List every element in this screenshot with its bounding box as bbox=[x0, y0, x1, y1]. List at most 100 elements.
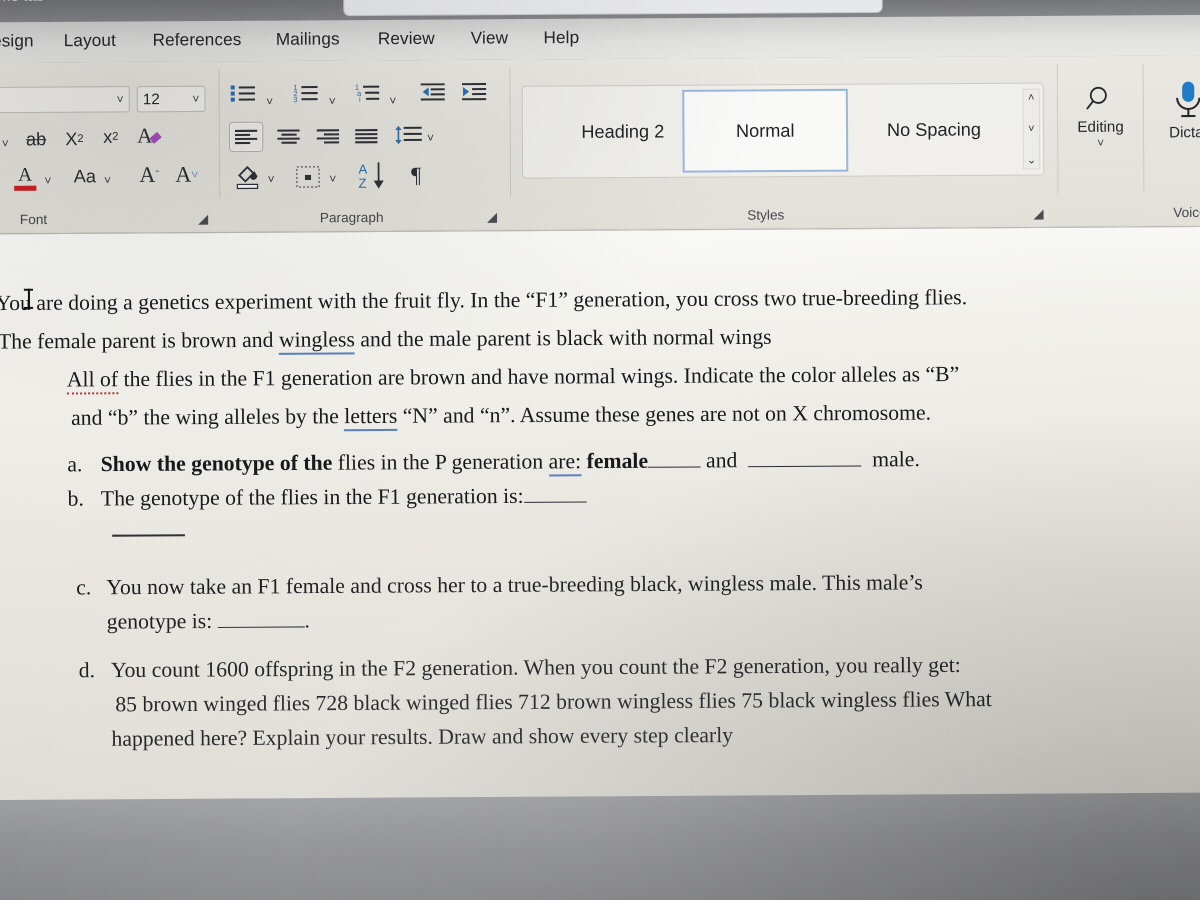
shading-icon[interactable] bbox=[233, 162, 263, 192]
word-application-window: me tab Erola Cur esign Layout References… bbox=[0, 0, 1200, 900]
chevron-down-icon[interactable]: ˅ bbox=[329, 172, 336, 186]
sort-az-icon[interactable]: A Z bbox=[356, 159, 391, 192]
style-no-spacing[interactable]: No Spacing bbox=[850, 90, 1018, 170]
editing-button[interactable]: Editing ˅ bbox=[1067, 84, 1134, 150]
doc-line-item-d-3: happened here? Explain your results. Dra… bbox=[111, 722, 734, 751]
document-page[interactable]: You are doing a genetics experiment with… bbox=[0, 226, 1200, 803]
doc-line-item-d-2: 85 brown winged flies 728 black winged f… bbox=[115, 686, 992, 717]
text-cursor-icon bbox=[23, 288, 34, 309]
styles-gallery-scrollbar[interactable]: ˄ ˅ ⌄ bbox=[1022, 88, 1041, 170]
answer-blank[interactable] bbox=[523, 501, 587, 503]
ribbon: oman ˅ 12 ˅ ˅ ab X2 x2 A ˅ A ˅ bbox=[0, 55, 1200, 235]
tab-view[interactable]: View bbox=[471, 28, 508, 48]
dictate-button[interactable]: Dictat bbox=[1152, 79, 1200, 141]
chevron-down-icon: ˅ bbox=[192, 91, 200, 106]
screen-photograph: me tab Erola Cur esign Layout References… bbox=[0, 0, 1200, 900]
doc-text-run-bold: Show the genotype of the bbox=[100, 450, 333, 477]
font-color-icon[interactable]: A bbox=[11, 163, 39, 193]
tab-help[interactable]: Help bbox=[543, 28, 579, 48]
scroll-down-icon[interactable]: ˅ bbox=[1028, 123, 1035, 135]
shrink-font-icon[interactable]: A ˅ bbox=[172, 160, 202, 188]
grow-font-icon[interactable]: Aˆ bbox=[134, 161, 164, 189]
numbered-list-icon[interactable]: 1 2 3 bbox=[293, 83, 318, 104]
doc-text-run: u are doing a genetics experiment with t… bbox=[19, 285, 968, 316]
doc-text-run: and “b” the wing alleles by the bbox=[71, 403, 345, 430]
doc-text-run: and bbox=[705, 448, 738, 473]
font-dialog-launcher-icon[interactable]: ◢ bbox=[198, 211, 211, 226]
paragraph-group-label: Paragraph bbox=[319, 209, 384, 226]
doc-line-item-c-1: You now take an F1 female and cross her … bbox=[106, 570, 923, 600]
chevron-down-icon[interactable]: ˅ bbox=[268, 172, 275, 186]
doc-line-intro-1: You are doing a genetics experiment with… bbox=[0, 285, 968, 316]
strikethrough-icon[interactable]: ab bbox=[23, 127, 49, 151]
spelling-underlined-phrase: All of bbox=[66, 366, 119, 395]
dictate-label: Dictat bbox=[1169, 123, 1200, 142]
styles-gallery[interactable]: Heading 2 Normal No Spacing ˄ ˅ ⌄ bbox=[521, 82, 1045, 179]
doc-text-run: and the male parent is black with normal… bbox=[354, 324, 772, 352]
styles-dialog-launcher-icon[interactable]: ◢ bbox=[1033, 206, 1046, 221]
grammar-underlined-word: wingless bbox=[278, 327, 355, 355]
tab-layout[interactable]: Layout bbox=[64, 31, 116, 52]
doc-line-item-a: Show the genotype of the flies in the P … bbox=[100, 446, 920, 477]
tab-design[interactable]: esign bbox=[0, 31, 34, 51]
answer-blank[interactable] bbox=[648, 466, 701, 468]
font-name-combo[interactable]: oman ˅ bbox=[0, 86, 130, 114]
increase-indent-glyph bbox=[461, 82, 487, 101]
tab-mailings[interactable]: Mailings bbox=[276, 29, 340, 50]
svg-text:A: A bbox=[137, 124, 153, 148]
chevron-down-icon[interactable]: ˅ bbox=[44, 173, 51, 187]
sort-az-glyph: A Z bbox=[358, 162, 384, 191]
doc-line-item-b: The genotype of the flies in the F1 gene… bbox=[101, 484, 587, 511]
chevron-down-icon[interactable]: ˅ bbox=[104, 173, 111, 187]
list-marker-c: c. bbox=[76, 575, 92, 600]
justify-icon[interactable] bbox=[349, 121, 384, 152]
tab-review[interactable]: Review bbox=[378, 29, 435, 50]
chevron-down-icon[interactable]: ˅ bbox=[389, 94, 396, 108]
decrease-indent-icon[interactable] bbox=[420, 83, 445, 101]
chevron-down-icon[interactable]: ˅ bbox=[2, 136, 9, 150]
chevron-down-icon[interactable]: ˅ bbox=[266, 94, 273, 108]
align-left-icon[interactable] bbox=[228, 121, 264, 153]
tab-references[interactable]: References bbox=[153, 30, 242, 51]
clear-formatting-glyph: A bbox=[137, 124, 162, 148]
doc-text-run: flies in the P generation bbox=[332, 449, 549, 475]
borders-icon[interactable] bbox=[293, 162, 323, 192]
doc-line-item-c-2: genotype is: . bbox=[107, 608, 310, 633]
group-divider bbox=[1142, 63, 1145, 194]
scroll-more-icon[interactable]: ⌄ bbox=[1027, 153, 1036, 166]
microphone-icon bbox=[1176, 81, 1200, 118]
doc-text-run: the flies in the F1 generation are brown… bbox=[118, 361, 960, 392]
align-right-icon[interactable] bbox=[311, 121, 346, 152]
answer-blank[interactable] bbox=[217, 626, 305, 628]
font-size-combo[interactable]: 12 ˅ bbox=[136, 85, 206, 113]
grammar-underlined-word: are: bbox=[548, 448, 582, 477]
show-formatting-marks-icon[interactable]: ¶ bbox=[403, 161, 429, 189]
doc-text-run: “N” and “n”. Assume these genes are not … bbox=[397, 400, 932, 428]
chevron-down-icon: ˅ bbox=[116, 92, 124, 107]
align-center-icon[interactable] bbox=[271, 121, 306, 152]
group-divider bbox=[509, 67, 512, 197]
style-normal[interactable]: Normal bbox=[682, 88, 849, 173]
decrease-indent-glyph bbox=[420, 83, 445, 101]
styles-group-label: Styles bbox=[747, 207, 785, 223]
borders-glyph bbox=[296, 166, 320, 188]
line-spacing-icon[interactable] bbox=[392, 121, 422, 151]
chevron-down-icon[interactable]: ˅ bbox=[329, 94, 336, 108]
clear-formatting-icon[interactable]: A bbox=[135, 122, 165, 148]
increase-indent-icon[interactable] bbox=[461, 82, 487, 101]
superscript-icon[interactable]: x2 bbox=[98, 125, 124, 149]
line-spacing-glyph bbox=[395, 125, 422, 145]
bullet-list-icon[interactable] bbox=[230, 84, 256, 102]
scroll-up-icon[interactable]: ˄ bbox=[1028, 92, 1035, 104]
search-box[interactable] bbox=[343, 0, 883, 17]
doc-line-item-d-1: You count 1600 offspring in the F2 gener… bbox=[110, 652, 961, 683]
paragraph-dialog-launcher-icon[interactable]: ◢ bbox=[487, 209, 500, 224]
quick-access-toolbar-cut[interactable]: me tab bbox=[0, 0, 44, 5]
change-case-icon[interactable]: Aa bbox=[68, 164, 102, 188]
doc-text-run: male. bbox=[872, 446, 920, 472]
answer-blank[interactable] bbox=[748, 465, 862, 468]
chevron-down-icon[interactable]: ˅ bbox=[1097, 136, 1104, 150]
subscript-icon[interactable]: X2 bbox=[61, 127, 87, 151]
chevron-down-icon[interactable]: ˅ bbox=[427, 131, 434, 145]
multilevel-list-icon[interactable]: 1 a i bbox=[355, 83, 380, 104]
